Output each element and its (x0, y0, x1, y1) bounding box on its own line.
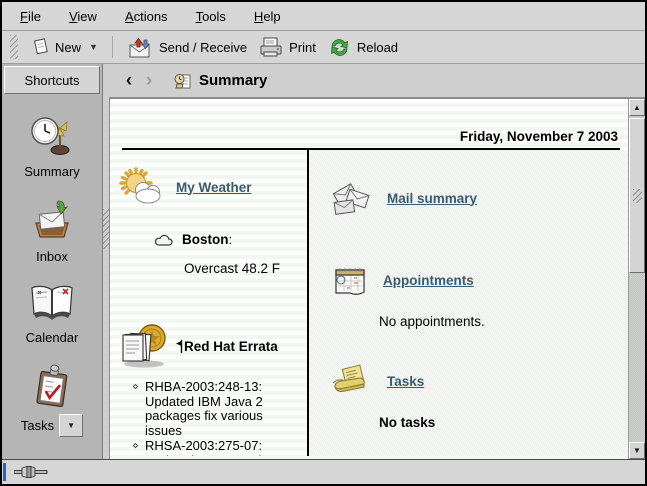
tasks-notes-icon (331, 363, 373, 399)
toolbar: New ▼ Send / Receive (2, 31, 645, 64)
appointments-calendar-icon (331, 262, 369, 298)
date-heading: Friday, November 7 2003 (110, 99, 628, 148)
sidebar-item-tasks[interactable]: Tasks ▼ (2, 363, 102, 437)
toolbar-grip[interactable] (10, 35, 18, 59)
body: Shortcuts Summary (2, 64, 645, 459)
page-title: Summary (199, 72, 267, 89)
summary-content: Friday, November 7 2003 (109, 99, 628, 459)
new-dropdown-icon[interactable]: ▼ (89, 42, 98, 52)
send-receive-icon (127, 35, 153, 59)
menu-tools[interactable]: Tools (186, 6, 236, 27)
tasks-dropdown-button[interactable]: ▼ (59, 414, 83, 437)
new-button-label: New (55, 40, 81, 55)
status-progress-notch (3, 463, 6, 481)
summary-columns: My Weather Boston: Overcast 48 (110, 150, 628, 456)
scroll-down-button[interactable]: ▼ (629, 442, 645, 459)
no-tasks-text: No tasks (379, 415, 624, 430)
inbox-tray-icon (28, 197, 76, 243)
appointments-link[interactable]: Appointments (383, 273, 474, 288)
new-document-icon (32, 38, 49, 56)
chevron-down-icon: ▼ (67, 421, 75, 430)
no-appointments-text: No appointments. (379, 314, 624, 329)
errata-section-header: Red Hat Errata (118, 322, 303, 370)
scrollbar-trough[interactable] (629, 273, 645, 442)
send-receive-label: Send / Receive (159, 40, 247, 55)
left-column: My Weather Boston: Overcast 48 (110, 150, 309, 456)
calendar-book-icon (27, 282, 77, 324)
vertical-scrollbar[interactable]: ▲ ▼ (628, 99, 645, 459)
scroll-up-button[interactable]: ▲ (629, 99, 645, 116)
scroll-up-icon: ▲ (633, 103, 641, 112)
shortcuts-group-button[interactable]: Shortcuts (4, 66, 100, 94)
sidebar-tasks-row: Tasks ▼ (21, 414, 83, 437)
tasks-clipboard-icon (29, 363, 75, 409)
mail-section-header: Mail summary (331, 180, 624, 216)
summary-folder-icon (173, 72, 193, 90)
sidebar-item-summary-label: Summary (24, 164, 80, 179)
diamond-bullet-icon: ⋄ (132, 380, 139, 395)
menu-help[interactable]: Help (244, 6, 291, 27)
errata-title-row: Red Hat Errata (176, 339, 278, 354)
sidebar-item-calendar-label: Calendar (26, 330, 79, 345)
my-weather-link[interactable]: My Weather (176, 180, 252, 195)
new-button[interactable]: New ▼ (26, 36, 104, 58)
tasks-link[interactable]: Tasks (387, 374, 424, 389)
status-bar (2, 459, 645, 484)
errata-item[interactable]: ⋄ RHBA-2003:248-13: Updated IBM Java 2 p… (132, 380, 303, 438)
errata-item-text: RHBA-2003:248-13: Updated IBM Java 2 pac… (145, 379, 263, 438)
tasks-section-header: Tasks (331, 363, 624, 399)
sidebar-item-tasks-label: Tasks (21, 418, 54, 433)
print-button[interactable]: Print (253, 35, 322, 60)
small-cloud-icon (154, 232, 174, 247)
print-label: Print (289, 40, 316, 55)
sidebar-item-inbox[interactable]: Inbox (2, 197, 102, 264)
scrollbar-thumb-grip-icon (633, 189, 642, 203)
online-connector-icon[interactable] (14, 465, 48, 479)
reload-label: Reload (357, 40, 398, 55)
errata-flag-icon (176, 340, 183, 353)
scrollbar-thumb[interactable] (629, 118, 645, 273)
shortcuts-sidebar: Shortcuts Summary (2, 64, 103, 459)
summary-clock-icon (29, 114, 75, 158)
menu-bar: File View Actions Tools Help (2, 2, 645, 31)
right-column: Mail summary (309, 150, 628, 456)
forward-arrow-icon[interactable]: › (139, 71, 159, 90)
errata-title: Red Hat Errata (184, 339, 278, 354)
reload-button[interactable]: Reload (322, 35, 404, 60)
menu-file[interactable]: File (10, 6, 51, 27)
weather-section-header: My Weather (118, 166, 303, 208)
sidebar-item-summary[interactable]: Summary (2, 114, 102, 179)
appointments-section-header: Appointments (331, 262, 624, 298)
scroll-down-icon: ▼ (633, 446, 641, 455)
send-receive-button[interactable]: Send / Receive (121, 33, 253, 61)
sidebar-item-calendar[interactable]: Calendar (2, 282, 102, 345)
menu-actions[interactable]: Actions (115, 6, 178, 27)
mail-envelopes-icon (331, 180, 373, 216)
diamond-bullet-icon: ⋄ (132, 439, 139, 454)
errata-papers-icon (118, 322, 172, 370)
sidebar-item-inbox-label: Inbox (36, 249, 68, 264)
reload-icon (328, 37, 351, 58)
toolbar-separator (112, 36, 113, 58)
shortcuts-label: Shortcuts (25, 73, 80, 88)
mail-summary-link[interactable]: Mail summary (387, 191, 477, 206)
content-wrap: Friday, November 7 2003 (109, 98, 645, 459)
menu-view[interactable]: View (59, 6, 107, 27)
weather-location-row: Boston: (154, 232, 303, 247)
print-icon (259, 37, 283, 58)
weather-location-colon: : (229, 232, 233, 247)
errata-list: ⋄ RHBA-2003:248-13: Updated IBM Java 2 p… (132, 380, 303, 456)
main-pane: ‹ › Summary (109, 64, 645, 459)
evolution-window: File View Actions Tools Help New ▼ (0, 0, 647, 486)
folder-header-bar: ‹ › Summary (109, 64, 645, 98)
back-arrow-icon[interactable]: ‹ (119, 71, 139, 90)
errata-item[interactable]: ⋄ RHSA-2003:275-07: Updated CUPS package… (132, 439, 303, 456)
weather-location: Boston (182, 232, 229, 247)
sun-cloud-weather-icon (118, 166, 166, 208)
errata-item-text: RHSA-2003:275-07: Updated CUPS packages … (145, 438, 293, 456)
weather-condition: Overcast 48.2 F (184, 261, 303, 276)
